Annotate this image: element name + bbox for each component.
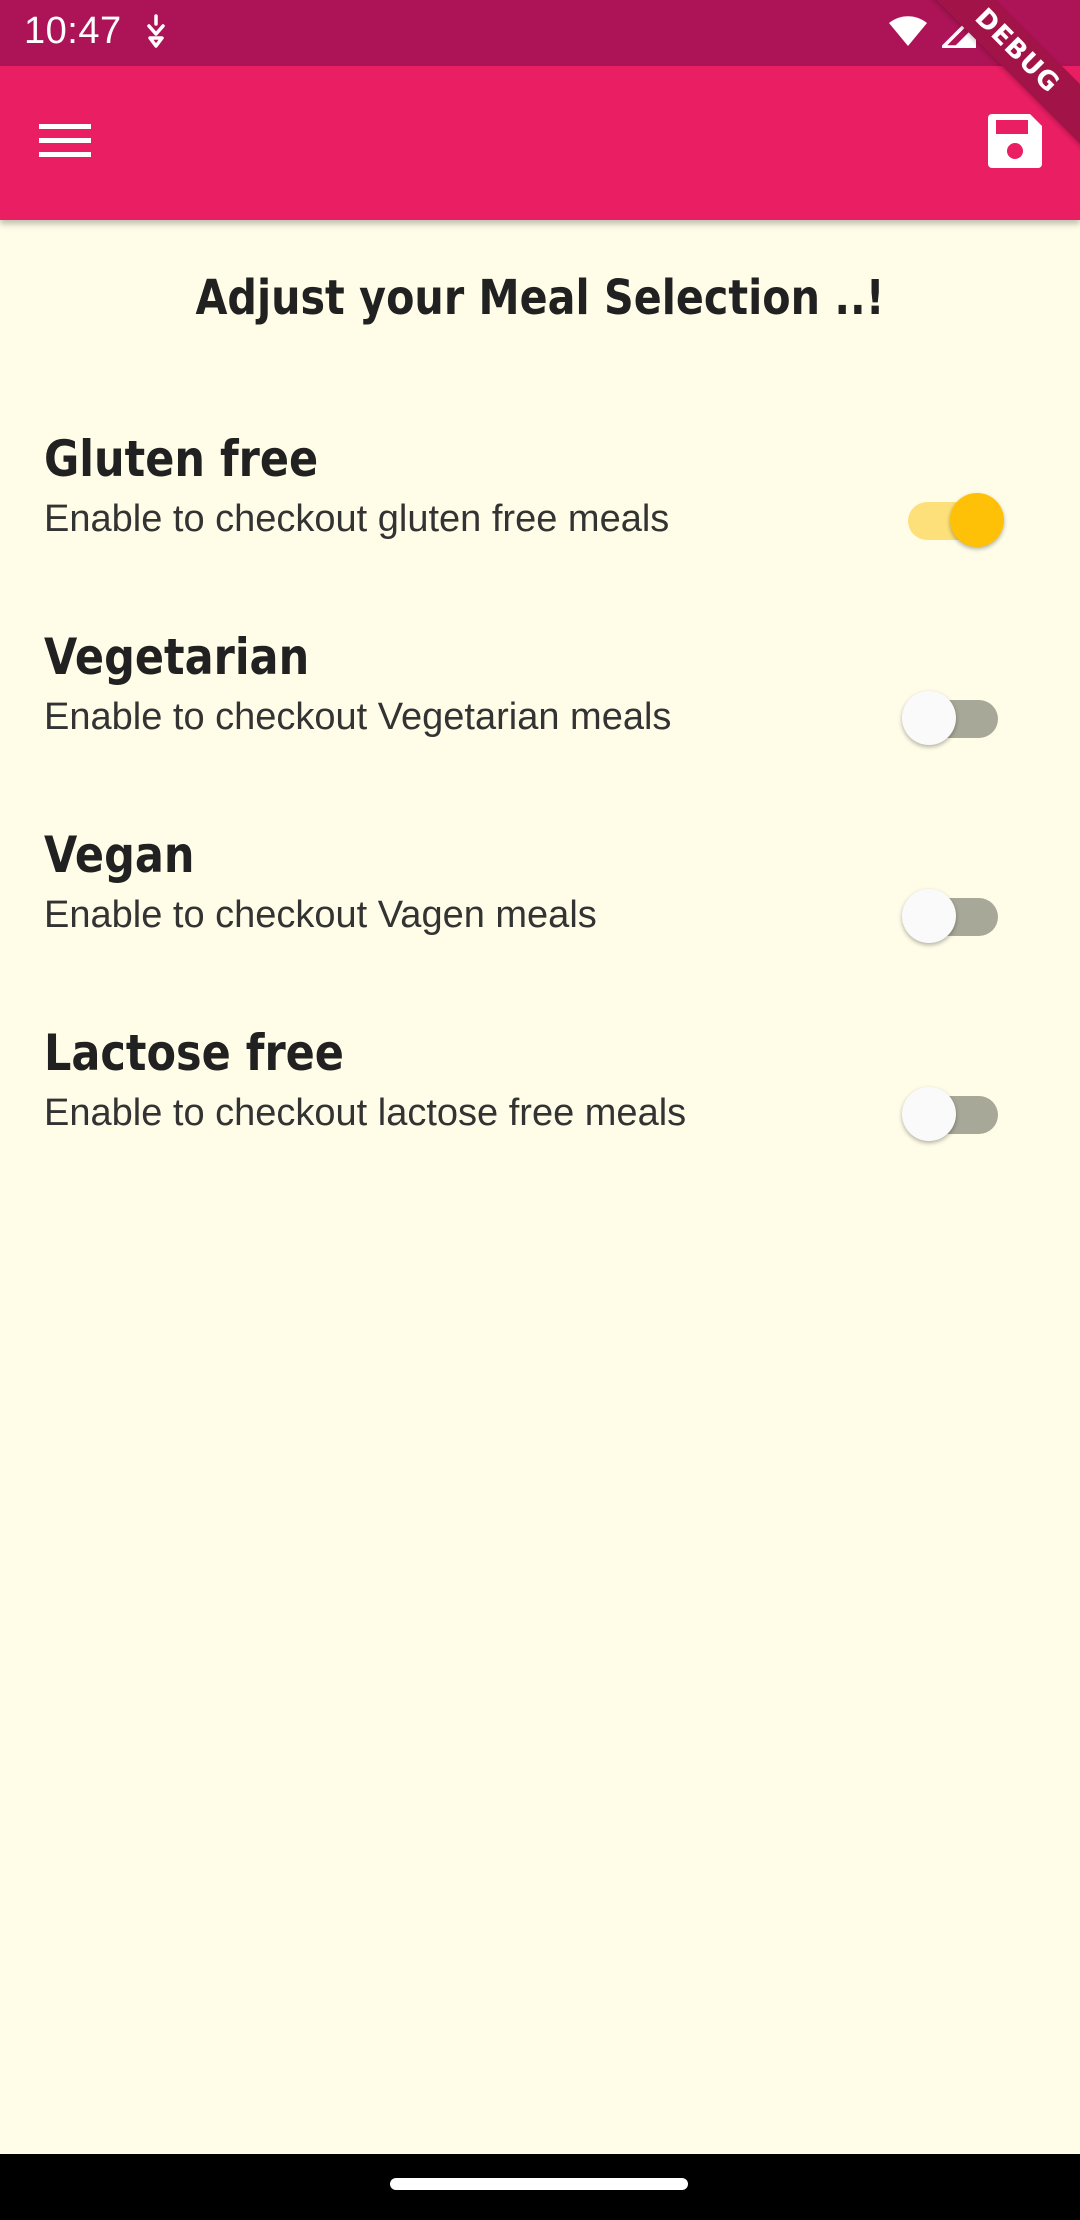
page-title: Adjust your Meal Selection ..! (195, 270, 885, 326)
switch-thumb (902, 889, 956, 943)
gluten-free-switch[interactable] (902, 492, 1004, 548)
status-bar: 10:47 (0, 0, 1080, 66)
option-subtitle: Enable to checkout lactose free meals (44, 1092, 687, 1134)
switch-thumb (902, 1087, 956, 1141)
save-icon (988, 113, 1042, 173)
option-lactose-free: Lactose free Enable to checkout lactose … (0, 1024, 1080, 1222)
option-title: Vegetarian (44, 628, 310, 686)
option-subtitle: Enable to checkout Vagen meals (44, 894, 597, 936)
vegetarian-switch[interactable] (902, 690, 1002, 746)
save-button[interactable] (980, 108, 1050, 178)
home-gesture-handle[interactable] (390, 2178, 688, 2190)
switch-thumb (902, 691, 956, 745)
option-subtitle: Enable to checkout gluten free meals (44, 498, 670, 540)
system-nav-bar (0, 2154, 1080, 2220)
option-title: Gluten free (44, 430, 319, 488)
wifi-icon (888, 15, 928, 52)
option-title: Vegan (44, 826, 195, 884)
vegan-switch[interactable] (902, 888, 1002, 944)
lactose-free-switch[interactable] (902, 1086, 1002, 1142)
option-gluten-free: Gluten free Enable to checkout gluten fr… (0, 430, 1080, 628)
option-vegan: Vegan Enable to checkout Vagen meals (0, 826, 1080, 1024)
option-subtitle: Enable to checkout Vegetarian meals (44, 696, 672, 738)
app-bar (0, 66, 1080, 220)
switch-thumb (950, 493, 1004, 547)
menu-icon (39, 122, 91, 165)
option-vegetarian: Vegetarian Enable to checkout Vegetarian… (0, 628, 1080, 826)
menu-button[interactable] (30, 108, 100, 178)
notification-icon (140, 14, 172, 50)
meal-filter-screen: 10:47 DEBUG Adjust your Meal Selection .… (0, 0, 1080, 2220)
status-time: 10:47 (24, 10, 122, 52)
option-title: Lactose free (44, 1024, 344, 1082)
